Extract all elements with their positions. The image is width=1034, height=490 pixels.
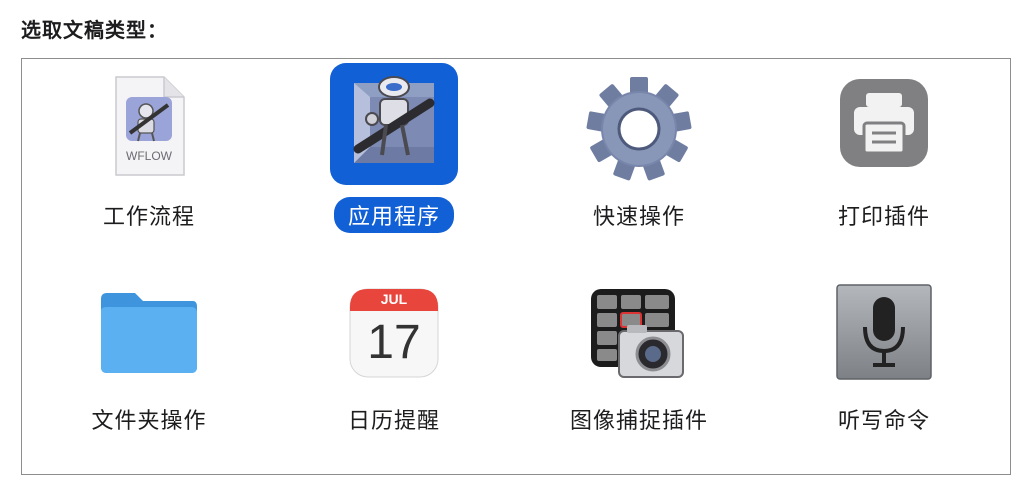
doc-type-label: 图像捕捉插件 (569, 409, 709, 434)
doc-type-label: 快速操作 (592, 205, 686, 230)
doc-type-label: 应用程序 (333, 197, 455, 233)
doc-type-label: 听写命令 (837, 409, 931, 434)
doc-type-quick-action[interactable]: 快速操作 (529, 61, 749, 251)
calendar-month: JUL (380, 291, 408, 307)
doc-type-label: 工作流程 (102, 205, 196, 230)
gear-icon (583, 73, 695, 185)
document-type-grid: WFLOW 工作流程 应用程序 快速操作 打印插件 文件夹操作 JUL 17 日… (21, 58, 1011, 475)
printer-icon (838, 77, 930, 169)
doc-type-workflow[interactable]: WFLOW 工作流程 (39, 61, 259, 251)
doc-type-folder-action[interactable]: 文件夹操作 (39, 271, 259, 461)
workflow-document-icon (104, 71, 194, 181)
automator-robot-icon (330, 63, 458, 185)
doc-type-label: 打印插件 (837, 205, 931, 230)
doc-type-calendar-alarm[interactable]: JUL 17 日历提醒 (284, 271, 504, 461)
doc-type-application[interactable]: 应用程序 (284, 61, 504, 251)
calendar-icon: JUL 17 (348, 287, 440, 379)
calendar-day: 17 (367, 316, 421, 369)
workflow-badge-text: WFLOW (126, 149, 172, 163)
microphone-icon (835, 283, 933, 381)
doc-type-label: 文件夹操作 (91, 409, 207, 434)
doc-type-label: 日历提醒 (347, 409, 441, 434)
dialog-heading: 选取文稿类型： (21, 18, 168, 42)
doc-type-print-plugin[interactable]: 打印插件 (774, 61, 994, 251)
image-capture-icon (589, 287, 689, 383)
doc-type-image-capture[interactable]: 图像捕捉插件 (529, 271, 749, 461)
folder-icon (97, 287, 201, 377)
doc-type-dictation-command[interactable]: 听写命令 (774, 271, 994, 461)
